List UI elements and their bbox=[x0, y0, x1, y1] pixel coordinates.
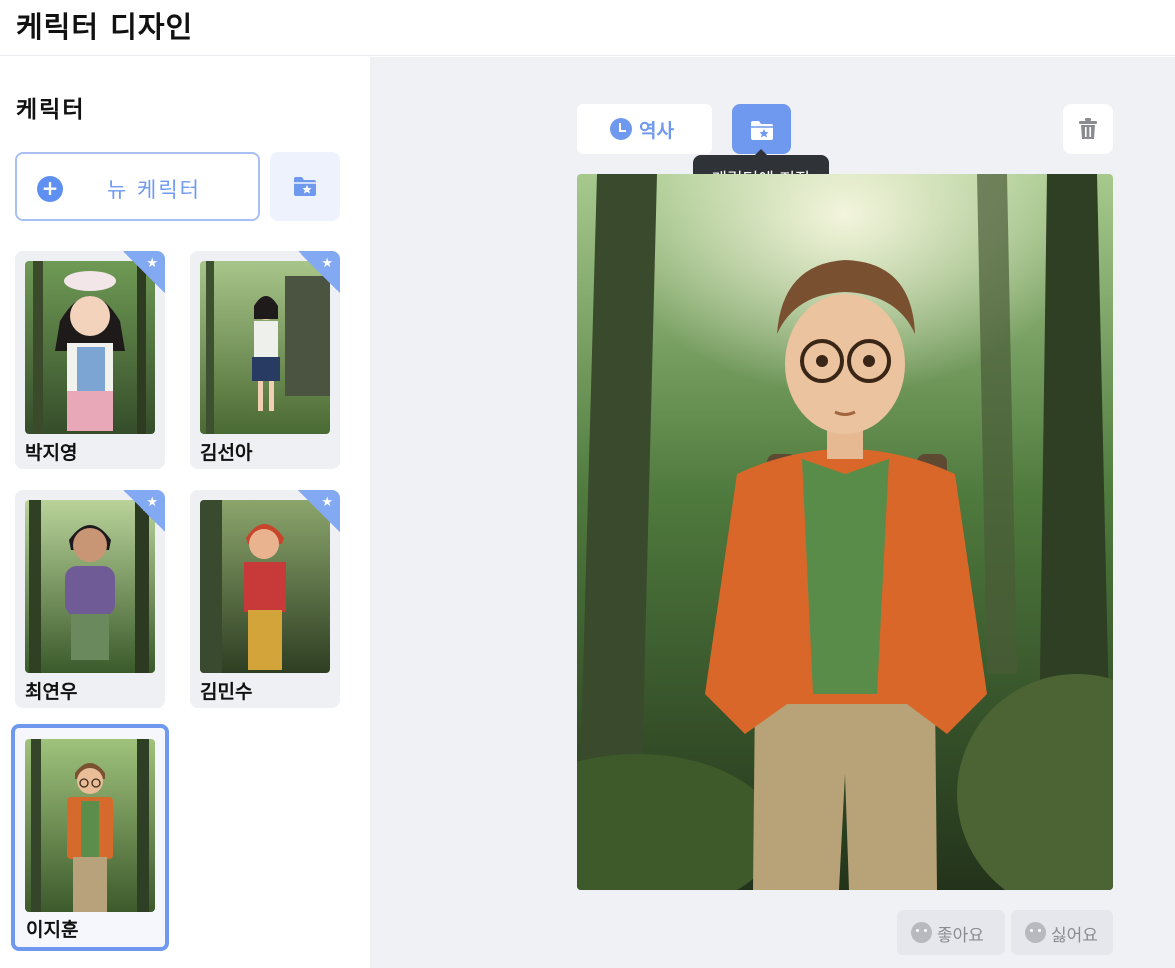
character-thumbnail bbox=[25, 739, 155, 912]
character-card-selected[interactable]: 이지훈 bbox=[11, 724, 169, 951]
favorite-ribbon: ★ bbox=[298, 251, 340, 293]
history-button[interactable]: 역사 bbox=[577, 104, 712, 154]
sad-face-icon bbox=[1025, 922, 1046, 943]
like-label: 좋아요 bbox=[937, 926, 984, 946]
folder-star-icon bbox=[751, 121, 773, 140]
star-icon: ★ bbox=[321, 256, 333, 271]
character-card[interactable]: ★ 박지영 bbox=[15, 251, 165, 469]
app-header: 케릭터 디자인 bbox=[0, 0, 1175, 56]
dislike-button[interactable]: 싫어요 bbox=[1011, 910, 1113, 955]
new-character-button[interactable]: + 뉴 케릭터 bbox=[15, 152, 260, 221]
dislike-label: 싫어요 bbox=[1051, 926, 1098, 946]
plus-circle-icon: + bbox=[37, 176, 63, 202]
new-character-label: 뉴 케릭터 bbox=[107, 178, 201, 202]
favorite-ribbon: ★ bbox=[298, 490, 340, 532]
favorite-ribbon: ★ bbox=[123, 490, 165, 532]
folder-star-icon bbox=[294, 177, 316, 196]
delete-button[interactable] bbox=[1063, 104, 1113, 154]
character-name: 김선아 bbox=[200, 442, 253, 464]
main-panel: 역사 케릭터에 저장 bbox=[370, 57, 1175, 968]
favorite-ribbon: ★ bbox=[123, 251, 165, 293]
character-name: 박지영 bbox=[25, 442, 78, 464]
app-title: 케릭터 디자인 bbox=[16, 10, 194, 44]
trash-icon bbox=[1079, 118, 1097, 139]
generated-character-image bbox=[577, 174, 1113, 890]
character-name: 최연우 bbox=[25, 681, 78, 703]
star-icon: ★ bbox=[146, 495, 158, 510]
character-name: 이지훈 bbox=[26, 919, 79, 941]
character-card[interactable]: ★ 김민수 bbox=[190, 490, 340, 708]
character-name: 김민수 bbox=[200, 681, 253, 703]
star-icon: ★ bbox=[146, 256, 158, 271]
smile-face-icon bbox=[911, 922, 932, 943]
character-card[interactable]: ★ 김선아 bbox=[190, 251, 340, 469]
history-label: 역사 bbox=[639, 120, 674, 142]
character-card[interactable]: ★ 최연우 bbox=[15, 490, 165, 708]
character-sidebar: 케릭터 + 뉴 케릭터 ★ 박지영 ★ 김선아 ★ 최연우 ★ 김민수 이지훈 bbox=[0, 57, 370, 968]
saved-characters-button[interactable] bbox=[270, 152, 340, 221]
save-to-character-button[interactable] bbox=[732, 104, 791, 154]
sidebar-title: 케릭터 bbox=[16, 97, 86, 123]
like-button[interactable]: 좋아요 bbox=[897, 910, 1005, 955]
clock-icon bbox=[610, 118, 632, 140]
star-icon: ★ bbox=[321, 495, 333, 510]
